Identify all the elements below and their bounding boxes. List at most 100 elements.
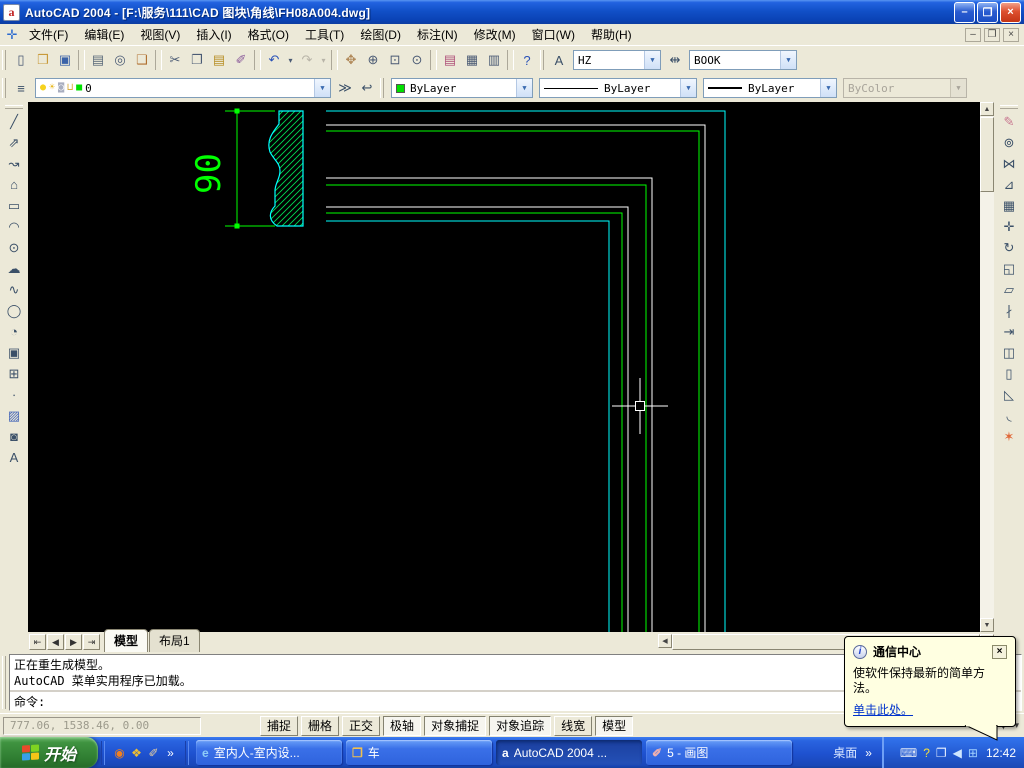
text-style-icon[interactable]: A [548, 49, 570, 71]
tool-palettes-icon[interactable]: ▥ [483, 49, 505, 71]
input-method-icon[interactable]: ? [923, 747, 930, 759]
circle-icon[interactable]: ⊙ [3, 237, 25, 258]
menu-modify[interactable]: 修改(M) [466, 23, 524, 46]
network-icon[interactable]: ⊞ [968, 747, 978, 759]
vertical-scrollbar[interactable]: ▲ ▼ [980, 102, 994, 632]
redo-icon[interactable]: ↷ [296, 49, 318, 71]
chevron-down-icon[interactable]: ▼ [644, 51, 660, 69]
scale-icon[interactable]: ◱ [998, 258, 1020, 279]
line-icon[interactable]: ╱ [3, 111, 25, 132]
menu-edit[interactable]: 编辑(E) [76, 23, 132, 46]
linetype-combo[interactable]: ByLayer ▼ [539, 78, 697, 98]
copy-clip-icon[interactable]: ❐ [186, 49, 208, 71]
stretch-icon[interactable]: ▱ [998, 279, 1020, 300]
minimize-button[interactable]: – [954, 1, 975, 23]
erase-icon[interactable]: ✎ [998, 111, 1020, 132]
insert-block-icon[interactable]: ▣ [3, 342, 25, 363]
rotate-icon[interactable]: ↻ [998, 237, 1020, 258]
polar-toggle[interactable]: 极轴 [383, 715, 422, 736]
publish-icon[interactable]: ❑ [131, 49, 153, 71]
arc-icon[interactable]: ◠ [3, 216, 25, 237]
match-properties-icon[interactable]: ✐ [230, 49, 252, 71]
balloon-close-button[interactable]: × [992, 644, 1007, 659]
point-icon[interactable]: ∙ [3, 384, 25, 405]
copy-icon[interactable]: ⊚ [998, 132, 1020, 153]
array-icon[interactable]: ▦ [998, 195, 1020, 216]
move-icon[interactable]: ✛ [998, 216, 1020, 237]
toolbar-grip[interactable] [2, 78, 6, 98]
lineweight-combo[interactable]: ByLayer ▼ [703, 78, 837, 98]
text-style-combo[interactable]: HZ ▼ [573, 50, 661, 70]
grid-toggle[interactable]: 栅格 [301, 715, 340, 736]
tab-scroll-next-button[interactable]: ▶ [65, 634, 82, 650]
new-icon[interactable]: ▯ [10, 49, 32, 71]
mdi-close-button[interactable]: × [1003, 27, 1019, 42]
plot-preview-icon[interactable]: ◎ [109, 49, 131, 71]
redo-dropdown-icon[interactable]: ▾ [318, 49, 329, 71]
save-icon[interactable]: ▣ [54, 49, 76, 71]
tab-scroll-last-button[interactable]: ⇥ [83, 634, 100, 650]
cut-icon[interactable]: ✂ [164, 49, 186, 71]
chevron-down-icon[interactable]: ▼ [314, 79, 330, 97]
zoom-previous-icon[interactable]: ⊙ [406, 49, 428, 71]
snap-toggle[interactable]: 捕捉 [260, 715, 299, 736]
media-player-icon[interactable]: ◉ [111, 746, 128, 760]
mdi-restore-button[interactable]: ❐ [984, 27, 1000, 42]
layer-manager-icon[interactable]: ≡ [10, 77, 32, 99]
offset-icon[interactable]: ⊿ [998, 174, 1020, 195]
ellipse-icon[interactable]: ◯ [3, 300, 25, 321]
hide-tray-icons-icon[interactable]: ◀ [953, 747, 962, 759]
restore-button[interactable]: ❐ [977, 1, 998, 23]
otrack-toggle[interactable]: 对象追踪 [489, 715, 552, 736]
multiline-text-icon[interactable]: A [3, 447, 25, 468]
mdi-minimize-button[interactable]: – [965, 27, 981, 42]
toolbar-grip[interactable] [2, 50, 6, 70]
menu-help[interactable]: 帮助(H) [583, 23, 640, 46]
layer-color-swatch[interactable]: ■ [76, 83, 82, 93]
extend-icon[interactable]: ⇥ [998, 321, 1020, 342]
toolbar-grip[interactable] [1000, 105, 1018, 109]
fillet-icon[interactable]: ◟ [998, 405, 1020, 426]
toolbar-grip[interactable] [5, 105, 23, 109]
layer-on-bulb-icon[interactable]: ● [40, 83, 46, 93]
menu-view[interactable]: 视图(V) [132, 23, 188, 46]
scroll-down-button[interactable]: ▼ [980, 618, 994, 632]
tab-scroll-first-button[interactable]: ⇤ [29, 634, 46, 650]
scroll-left-button[interactable]: ◀ [658, 634, 672, 648]
zoom-window-icon[interactable]: ⊡ [384, 49, 406, 71]
menu-insert[interactable]: 插入(I) [188, 23, 239, 46]
help-icon[interactable]: ? [516, 49, 538, 71]
chevron-more-icon[interactable]: » [865, 746, 872, 760]
chevron-down-icon[interactable]: ▼ [820, 79, 836, 97]
undo-icon[interactable]: ↶ [263, 49, 285, 71]
layer-unlock-icon[interactable]: ⊔ [67, 83, 73, 93]
plot-icon[interactable]: ▤ [87, 49, 109, 71]
menu-tools[interactable]: 工具(T) [297, 23, 352, 46]
open-icon[interactable]: ❒ [32, 49, 54, 71]
tab-model[interactable]: 模型 [104, 629, 149, 652]
tab-scroll-prev-button[interactable]: ◀ [47, 634, 64, 650]
model-toggle[interactable]: 模型 [595, 715, 634, 736]
ortho-toggle[interactable]: 正交 [342, 715, 381, 736]
chevron-down-icon[interactable]: ▼ [516, 79, 532, 97]
lineweight-toggle[interactable]: 线宽 [554, 715, 593, 736]
vertical-scroll-thumb[interactable] [980, 117, 994, 192]
layer-vp-freeze-icon[interactable]: ◙ [58, 83, 64, 93]
menu-window[interactable]: 窗口(W) [524, 23, 583, 46]
layer-thaw-sun-icon[interactable]: ☀ [49, 83, 55, 93]
window-restore-icon[interactable]: ❐ [936, 747, 947, 759]
paint-brush-icon[interactable]: ✐ [145, 746, 162, 760]
chevron-more-icon[interactable]: » [162, 746, 179, 760]
make-block-icon[interactable]: ⊞ [3, 363, 25, 384]
layer-previous-icon[interactable]: ↩ [356, 77, 378, 99]
task-browser[interactable]: e 室内人-室内设... [196, 740, 342, 765]
rectangle-icon[interactable]: ▭ [3, 195, 25, 216]
dim-style-combo[interactable]: BOOK ▼ [689, 50, 797, 70]
chamfer-icon[interactable]: ◺ [998, 384, 1020, 405]
start-button[interactable]: 开始 [0, 737, 98, 768]
paste-icon[interactable]: ▤ [208, 49, 230, 71]
desktop-toolbar[interactable]: 桌面 » [823, 744, 882, 761]
balloon-link[interactable]: 单击此处。 [853, 701, 913, 718]
pan-icon[interactable]: ✥ [340, 49, 362, 71]
properties-icon[interactable]: ▤ [439, 49, 461, 71]
